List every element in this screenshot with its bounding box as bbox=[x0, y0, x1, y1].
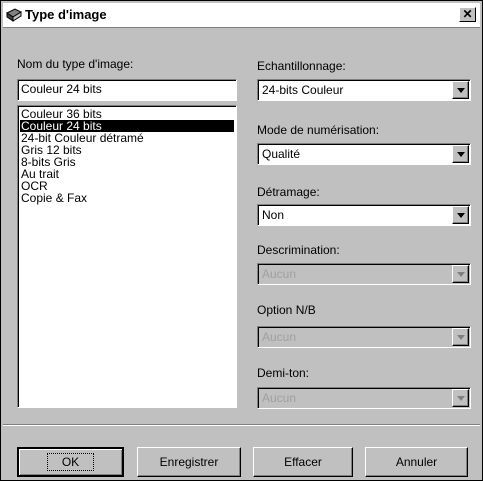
close-icon: ✕ bbox=[462, 7, 473, 21]
descreening-value: Non bbox=[262, 208, 285, 222]
descreening-label: Détramage: bbox=[257, 185, 320, 199]
discrimination-dropdown-button bbox=[452, 265, 469, 283]
list-item[interactable]: Copie & Fax bbox=[20, 192, 234, 204]
descreening-select[interactable]: Non bbox=[257, 204, 471, 226]
chevron-down-icon bbox=[457, 272, 465, 277]
delete-label: Effacer bbox=[284, 455, 322, 469]
title-bar[interactable]: Type d'image ✕ bbox=[3, 3, 480, 28]
chevron-down-icon bbox=[457, 335, 465, 340]
discrimination-value: Aucun bbox=[262, 267, 297, 281]
descreening-dropdown-button[interactable] bbox=[452, 206, 469, 224]
sampling-select[interactable]: 24-bits Couleur bbox=[257, 79, 471, 101]
chevron-down-icon bbox=[457, 88, 465, 93]
image-type-list[interactable]: Couleur 36 bits Couleur 24 bits 24-bit Cou… bbox=[17, 105, 237, 408]
sampling-dropdown-button[interactable] bbox=[452, 81, 469, 99]
chevron-down-icon bbox=[457, 396, 465, 401]
separator bbox=[3, 425, 480, 426]
name-field[interactable]: Couleur 24 bits bbox=[17, 79, 237, 101]
halftone-dropdown-button bbox=[452, 389, 469, 407]
save-label: Enregistrer bbox=[159, 455, 219, 469]
scan-mode-label: Mode de numérisation: bbox=[257, 123, 380, 137]
ok-button[interactable]: OK bbox=[17, 447, 124, 477]
option-nb-dropdown-button bbox=[452, 328, 469, 346]
sampling-value: 24-bits Couleur bbox=[262, 83, 344, 97]
discrimination-label: Descrimination: bbox=[257, 243, 340, 257]
scan-mode-value: Qualité bbox=[262, 147, 301, 161]
option-nb-select: Aucun bbox=[257, 326, 471, 348]
scan-mode-select[interactable]: Qualité bbox=[257, 143, 471, 165]
sampling-label: Echantillonnage: bbox=[257, 59, 346, 73]
halftone-select: Aucun bbox=[257, 387, 471, 409]
cancel-label: Annuler bbox=[395, 455, 438, 469]
cancel-button[interactable]: Annuler bbox=[365, 447, 468, 477]
discrimination-select: Aucun bbox=[257, 263, 471, 285]
halftone-label: Demi-ton: bbox=[257, 366, 310, 380]
ok-label: OK bbox=[46, 453, 95, 471]
scan-mode-dropdown-button[interactable] bbox=[452, 145, 469, 163]
chevron-down-icon bbox=[457, 152, 465, 157]
name-label: Nom du type d'image: bbox=[17, 57, 134, 71]
close-button[interactable]: ✕ bbox=[459, 7, 476, 22]
list-item[interactable]: Au trait bbox=[20, 168, 234, 180]
image-type-dialog: Type d'image ✕ Nom du type d'image: Coul… bbox=[0, 0, 483, 481]
option-nb-value: Aucun bbox=[262, 330, 297, 344]
dialog-body: Nom du type d'image: Couleur 24 bits Cou… bbox=[3, 29, 480, 477]
save-button[interactable]: Enregistrer bbox=[137, 447, 241, 477]
option-nb-label: Option N/B bbox=[257, 303, 316, 317]
delete-button[interactable]: Effacer bbox=[253, 447, 353, 477]
window-title: Type d'image bbox=[25, 7, 107, 22]
halftone-value: Aucun bbox=[262, 391, 297, 405]
scanner-icon bbox=[6, 8, 22, 22]
chevron-down-icon bbox=[457, 213, 465, 218]
